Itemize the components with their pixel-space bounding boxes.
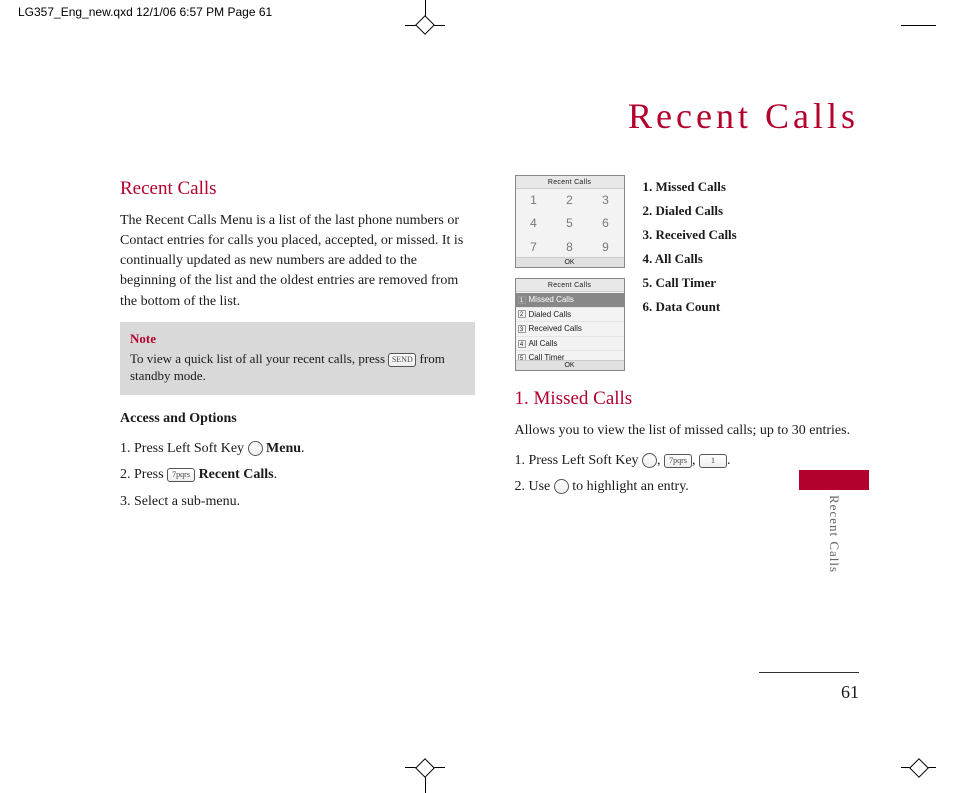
grid-cell: 5 [552, 212, 588, 235]
access-options-heading: Access and Options [120, 409, 475, 429]
grid-cell: 1 [516, 189, 552, 212]
submenu-item: 6. Data Count [643, 295, 737, 319]
missed-step-2-b: to highlight an entry. [572, 479, 689, 494]
soft-key-icon [248, 441, 263, 456]
nav-key-icon [554, 479, 569, 494]
submenu-item: 3. Received Calls [643, 223, 737, 247]
registration-mark [415, 15, 435, 35]
note-text-a: To view a quick list of all your recent … [130, 351, 388, 366]
side-tab: Recent Calls [799, 470, 869, 573]
registration-mark [909, 758, 929, 778]
step-2-text-a: 2. Press [120, 467, 167, 482]
sep: , [692, 453, 699, 468]
phone-screenshots: Recent Calls 1 2 3 4 5 6 7 8 9 OK [515, 175, 625, 371]
step-1-dot: . [301, 441, 305, 456]
1-key-icon: 1 [699, 454, 727, 468]
phone-screenshot-grid: Recent Calls 1 2 3 4 5 6 7 8 9 OK [515, 175, 625, 268]
7-key-icon: 7pqrs [664, 454, 692, 468]
step-2-recent-calls: Recent Calls [199, 467, 274, 482]
step-1-text-a: 1. Press Left Soft Key [120, 441, 248, 456]
missed-step-1-a: 1. Press Left Soft Key [515, 453, 643, 468]
screenshot-titlebar: Recent Calls [516, 279, 624, 292]
submenu-list: 1. Missed Calls 2. Dialed Calls 3. Recei… [643, 175, 737, 371]
screenshot-list-row: 1Missed Calls [516, 293, 624, 308]
print-slugline: LG357_Eng_new.qxd 12/1/06 6:57 PM Page 6… [18, 5, 272, 19]
page-number-rule [759, 672, 859, 673]
section-heading-missed-calls: 1. Missed Calls [515, 385, 870, 413]
sep: , [657, 453, 664, 468]
7-key-icon: 7pqrs [167, 468, 195, 482]
submenu-item: 1. Missed Calls [643, 175, 737, 199]
note-box: Note To view a quick list of all your re… [120, 322, 475, 395]
grid-cell: 8 [552, 236, 588, 259]
screenshot-list-row: 4All Calls [516, 337, 624, 352]
missed-intro: Allows you to view the list of missed ca… [515, 421, 870, 441]
submenu-item: 5. Call Timer [643, 271, 737, 295]
screenshot-titlebar: Recent Calls [516, 176, 624, 189]
side-tab-bar [799, 470, 869, 490]
grid-cell: 3 [588, 189, 624, 212]
screenshot-softbar: OK [516, 257, 624, 267]
submenu-item: 2. Dialed Calls [643, 199, 737, 223]
screenshot-grid: 1 2 3 4 5 6 7 8 9 [516, 189, 624, 259]
screenshot-list-row: 2Dialed Calls [516, 308, 624, 323]
intro-paragraph: The Recent Calls Menu is a list of the l… [120, 211, 475, 312]
registration-mark [415, 758, 435, 778]
missed-step-2-a: 2. Use [515, 479, 554, 494]
page: Recent Calls Recent Calls The Recent Cal… [45, 40, 909, 753]
dot: . [727, 453, 731, 468]
screenshot-list-row: 3Received Calls [516, 322, 624, 337]
step-1-menu: Menu [266, 441, 301, 456]
step-2-dot: . [274, 467, 278, 482]
content-columns: Recent Calls The Recent Calls Menu is a … [120, 175, 869, 693]
step-2: 2. Press 7pqrs Recent Calls. [120, 465, 475, 485]
grid-cell: 4 [516, 212, 552, 235]
screenshot-softbar: OK [516, 360, 624, 370]
right-column: Recent Calls 1 2 3 4 5 6 7 8 9 OK [515, 175, 870, 693]
missed-step-1: 1. Press Left Soft Key , 7pqrs, 1 . [515, 451, 870, 471]
step-3: 3. Select a sub-menu. [120, 492, 475, 512]
section-heading-recent-calls: Recent Calls [120, 175, 475, 203]
crop-mark [901, 25, 936, 26]
page-title: Recent Calls [628, 95, 859, 137]
screenshot-list-row: 5Call Timer [516, 351, 624, 360]
step-1: 1. Press Left Soft Key Menu. [120, 439, 475, 459]
phone-screenshot-list: Recent Calls 1Missed Calls 2Dialed Calls… [515, 278, 625, 371]
send-key-icon: SEND [388, 353, 416, 367]
grid-cell: 9 [588, 236, 624, 259]
side-tab-label: Recent Calls [826, 495, 842, 573]
page-number: 61 [841, 682, 859, 703]
right-top-row: Recent Calls 1 2 3 4 5 6 7 8 9 OK [515, 175, 870, 371]
submenu-item: 4. All Calls [643, 247, 737, 271]
screenshot-list: 1Missed Calls 2Dialed Calls 3Received Ca… [516, 292, 624, 360]
soft-key-icon [642, 453, 657, 468]
grid-cell: 6 [588, 212, 624, 235]
grid-cell: 7 [516, 236, 552, 259]
grid-cell: 2 [552, 189, 588, 212]
note-label: Note [130, 330, 465, 348]
left-column: Recent Calls The Recent Calls Menu is a … [120, 175, 475, 693]
